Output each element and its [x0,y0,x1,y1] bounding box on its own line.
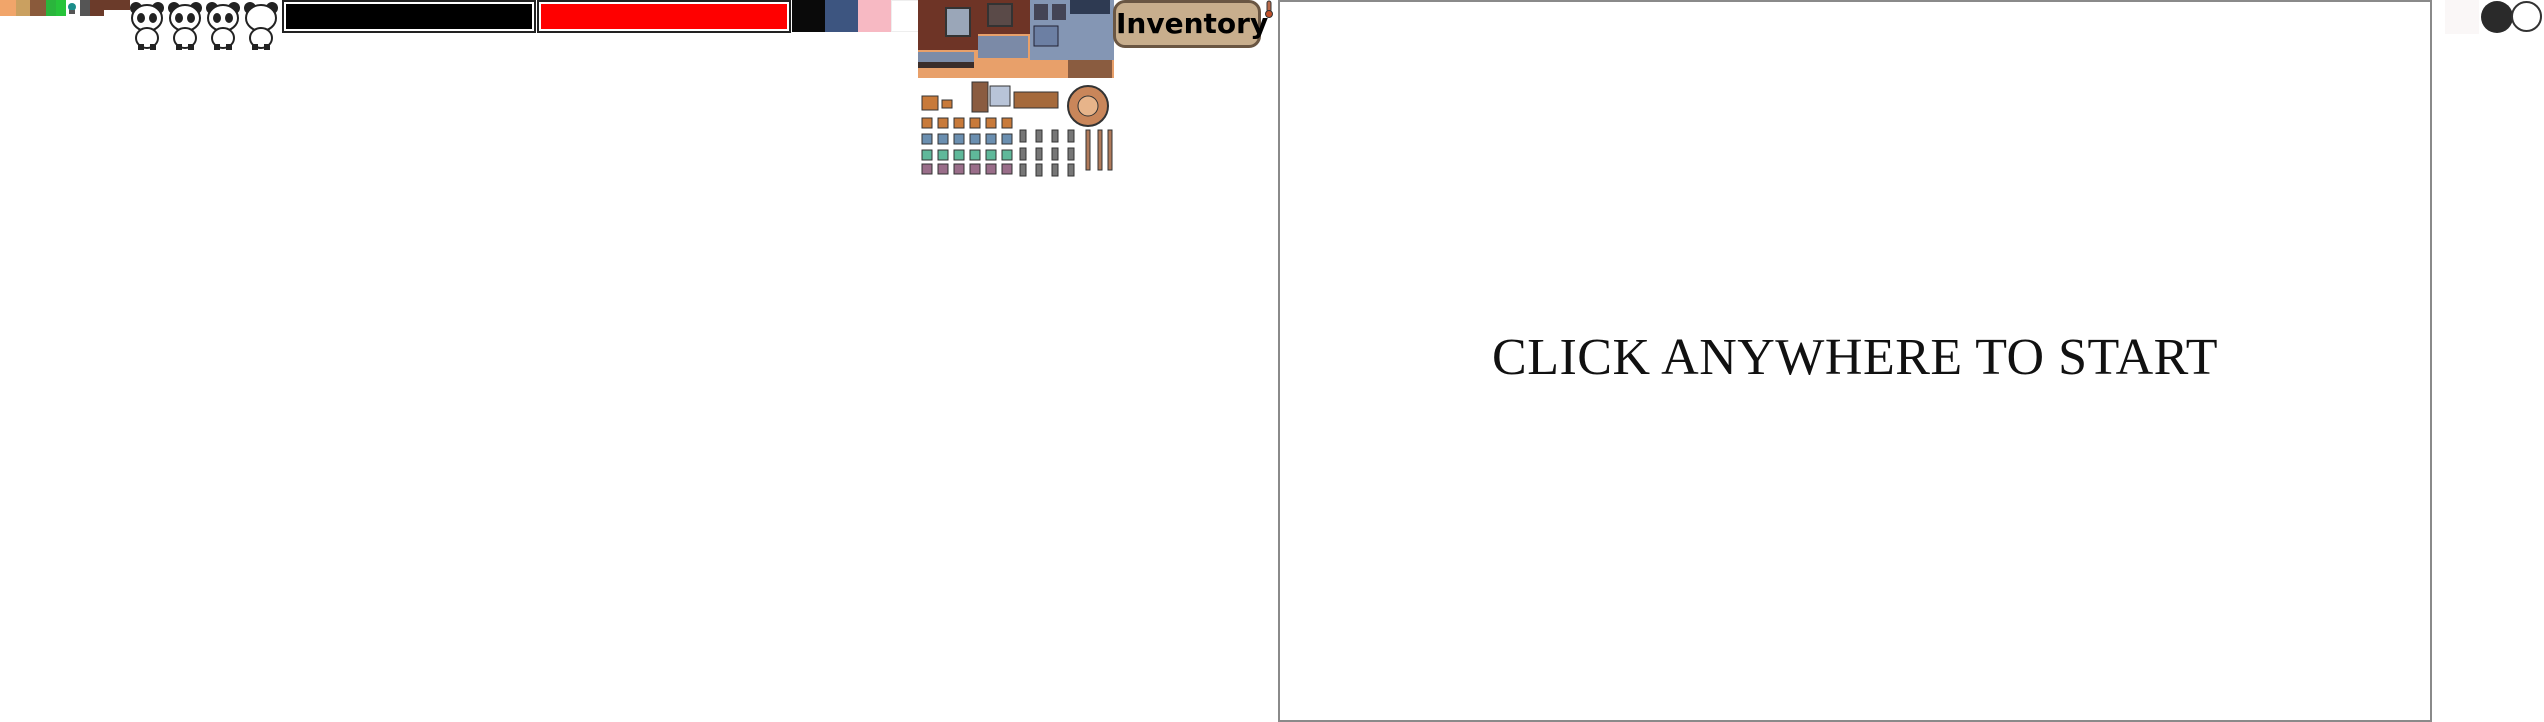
color-swatch [56,0,66,16]
health-bar-fill [541,4,787,29]
color-swatch [0,0,16,16]
inventory-button[interactable]: Inventory [1113,0,1268,48]
color-swatch [16,0,30,16]
color-tile-pink [858,0,891,32]
panda-sprite-icon [244,2,278,50]
color-swatch [80,0,90,16]
furniture-tileset-icon [918,0,1114,177]
game-canvas[interactable]: CLICK ANYWHERE TO START [1278,0,2432,722]
color-swatch [104,0,130,16]
faint-square [2445,0,2479,34]
thermometer-icon [1265,0,1273,18]
stamina-bar [282,0,536,33]
color-tile-blue [825,0,858,32]
color-tile-black [792,0,825,32]
health-bar [537,0,791,33]
color-swatch [30,0,46,16]
dark-circle-icon [2481,1,2513,33]
plant-icon [66,0,78,16]
panda-sprite-icon [130,2,164,50]
panda-sprite-icon [168,2,202,50]
color-swatch [90,0,104,16]
color-swatch [46,0,56,16]
light-circle-icon [2511,1,2542,32]
stamina-bar-fill [286,4,532,29]
panda-sprite-icon [206,2,240,50]
click-to-start-prompt: CLICK ANYWHERE TO START [1492,329,2218,386]
